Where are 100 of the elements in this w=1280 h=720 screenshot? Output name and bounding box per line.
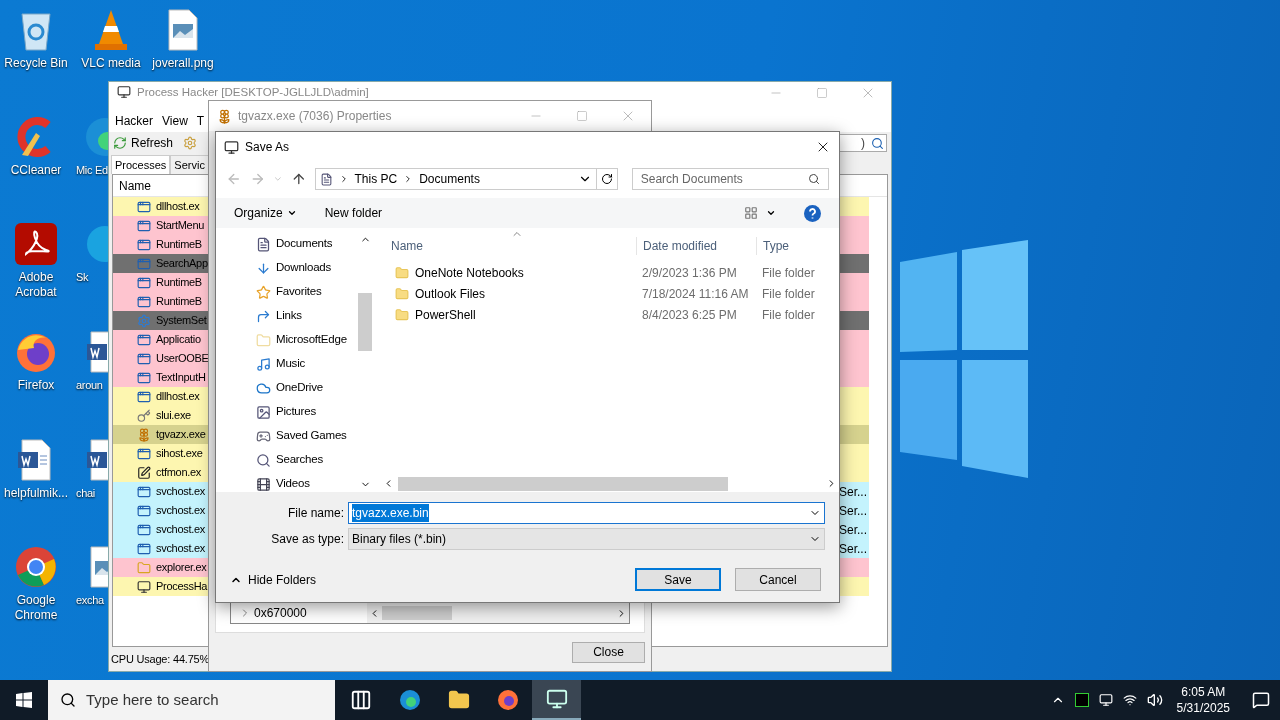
clock-time[interactable]: 6:05 AM [1181, 684, 1226, 700]
column-header[interactable]: Date modified [636, 237, 756, 255]
new-folder-button[interactable]: New folder [324, 204, 383, 222]
menu-item[interactable]: T [196, 112, 205, 130]
nav-item[interactable]: Downloads [256, 256, 357, 280]
firefox-logo-icon[interactable] [496, 689, 519, 711]
flower-icon [137, 427, 151, 442]
process-name: TextInputH [156, 370, 206, 386]
chrome-logo-icon[interactable] [14, 545, 58, 589]
nav-item[interactable]: Documents [256, 232, 357, 256]
icon-label[interactable]: Adobe Acrobat [0, 270, 72, 300]
organize-menu[interactable]: Organize [234, 204, 297, 222]
tab[interactable]: Processes [111, 155, 171, 174]
table-cell-text: Ser... [839, 483, 868, 501]
process-name: RuntimeB [156, 275, 202, 291]
window-icon [137, 199, 151, 214]
gear-icon [137, 313, 151, 328]
search-field[interactable]: Type here to search [48, 680, 335, 720]
monitor-icon[interactable] [545, 688, 568, 710]
process-name: svchost.ex [156, 522, 205, 538]
chart-icon[interactable] [1074, 693, 1089, 707]
menu-item[interactable]: View [162, 112, 188, 130]
caret-icon[interactable] [766, 208, 776, 218]
icon-label[interactable]: excha [75, 593, 108, 608]
icon-label[interactable]: Firefox [17, 378, 55, 393]
nav-item[interactable]: Saved Games [256, 424, 357, 448]
notification-icon[interactable] [1252, 691, 1270, 709]
process-name: tgvazx.exe [156, 427, 206, 443]
icon-label[interactable]: CCleaner [10, 163, 62, 178]
icon-label[interactable]: joverall.png [152, 56, 214, 71]
process-name: svchost.ex [156, 541, 205, 557]
refresh-icon[interactable] [601, 173, 613, 185]
volume-icon[interactable] [1146, 692, 1163, 708]
icon-label[interactable]: helpfulmik... [4, 486, 68, 501]
nav-item[interactable]: Searches [256, 448, 357, 472]
file-row[interactable]: PowerShell 8/4/2023 6:25 PM File folder [383, 304, 839, 325]
tab[interactable]: Servic [170, 155, 209, 174]
process-name: SystemSet [156, 313, 207, 329]
search-field[interactable]: ) [839, 134, 887, 152]
icon-label[interactable]: aroun [75, 378, 108, 393]
acrobat-logo-icon[interactable] [14, 222, 58, 266]
view-icon[interactable] [744, 206, 758, 220]
nav-item[interactable]: Favorites [256, 280, 357, 304]
table-cell-text: Ser... [839, 540, 868, 558]
search-icon [60, 692, 76, 708]
table-cell-text: File folder [761, 306, 815, 324]
toolbar-button[interactable]: Refresh [131, 134, 174, 152]
window-icon [137, 446, 151, 461]
nav-item[interactable]: Music [256, 352, 357, 376]
scrollbar-thumb[interactable] [398, 476, 728, 491]
window-icon [137, 351, 151, 366]
process-name: dllhost.ex [156, 389, 200, 405]
column-header[interactable]: Name [383, 237, 636, 255]
icon-label[interactable]: Mic Ed [75, 163, 108, 178]
file-row[interactable]: Outlook Files 7/18/2024 11:16 AM File folder [383, 283, 839, 304]
scrollbar-thumb[interactable] [382, 606, 452, 620]
save-button[interactable]: Save [635, 568, 721, 591]
nav-item[interactable]: MicrosoftEdge [256, 328, 357, 352]
window-icon [137, 522, 151, 537]
icon-label[interactable]: Recycle Bin [4, 56, 68, 71]
file-type-dropdown[interactable]: Binary files (*.bin) [348, 528, 825, 550]
image-icon [256, 404, 271, 420]
monitor-icon[interactable] [1098, 693, 1113, 707]
icon-label[interactable]: VLC media [81, 56, 141, 71]
windows-logo-icon[interactable] [16, 692, 32, 708]
close-button[interactable]: Close [572, 641, 645, 663]
file-row[interactable]: OneNote Notebooks 2/9/2023 1:36 PM File folder [383, 262, 839, 283]
table-cell-text: 8/4/2023 6:25 PM [641, 306, 738, 324]
nav-item[interactable]: OneDrive [256, 376, 357, 400]
taskbar-button[interactable] [532, 680, 581, 720]
folder-icon [395, 307, 409, 322]
address-bar[interactable]: This PC Documents [314, 168, 598, 190]
edge-logo-icon[interactable] [398, 689, 421, 711]
icon-label[interactable]: Google Chrome [0, 593, 72, 623]
nav-item[interactable]: Links [256, 304, 357, 328]
network-icon[interactable] [1122, 693, 1137, 707]
folder-icon[interactable] [447, 689, 470, 711]
search-icon [871, 136, 884, 150]
help-icon[interactable] [804, 204, 821, 222]
clock-date[interactable]: 5/31/2025 [1176, 700, 1230, 716]
cloud-icon [256, 380, 271, 396]
film-icon [256, 476, 271, 492]
folder-icon [137, 560, 151, 575]
file-name-field[interactable]: tgvazx.exe.bin [348, 502, 825, 524]
cancel-button[interactable]: Cancel [735, 568, 821, 591]
process-name: RuntimeB [156, 294, 202, 310]
nav-item[interactable]: Videos [256, 472, 357, 496]
window-icon [137, 218, 151, 233]
tree-item[interactable]: 0x670000 [254, 604, 307, 622]
hide-folders-button[interactable]: Hide Folders [226, 570, 317, 589]
nav-item[interactable]: Pictures [256, 400, 357, 424]
icon-label[interactable]: Sk [75, 270, 108, 285]
scrollbar-thumb[interactable] [358, 293, 372, 351]
column-header[interactable]: Type [756, 237, 789, 255]
process-name: sihost.exe [156, 446, 203, 462]
icon-label[interactable]: chai [75, 486, 108, 501]
search-field[interactable]: Search Documents [631, 168, 829, 190]
menu-item[interactable]: Hacker [115, 112, 153, 130]
task-view-icon[interactable] [349, 689, 372, 711]
horizontal-scrollbar[interactable] [367, 603, 629, 623]
